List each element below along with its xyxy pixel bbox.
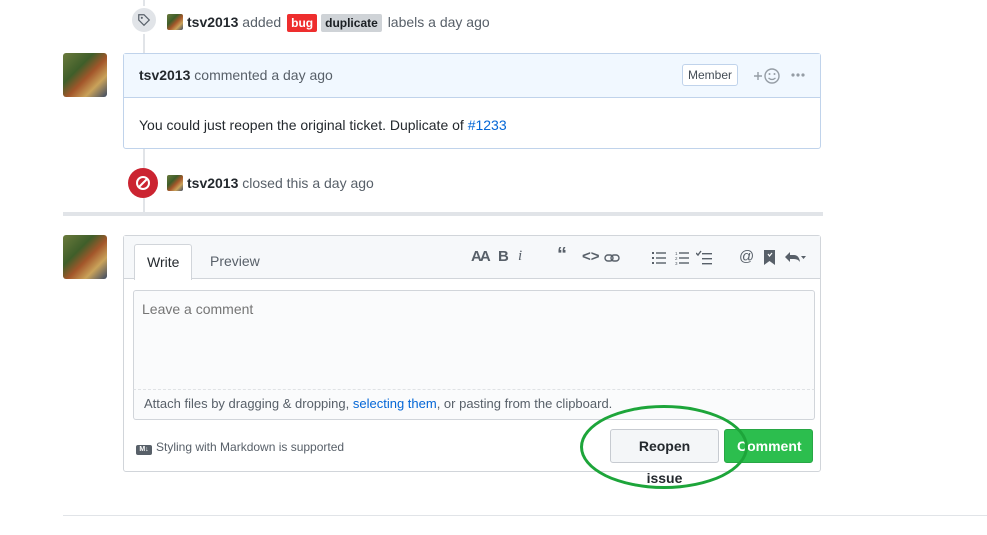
mention-icon[interactable]: @	[739, 248, 754, 265]
comment-card: tsv2013 commented a day ago Member You c…	[123, 53, 821, 149]
attach-prefix: Attach files by dragging & dropping,	[144, 396, 350, 411]
svg-text:3: 3	[675, 261, 678, 265]
smiley-plus-icon[interactable]	[752, 67, 782, 85]
attach-files-bar[interactable]: Attach files by dragging & dropping, sel…	[133, 390, 815, 420]
issue-reference-link[interactable]: #1233	[468, 117, 507, 133]
author-avatar-small[interactable]	[167, 14, 183, 30]
event-suffix: labels a day ago	[387, 14, 490, 30]
kebab-horizontal-icon[interactable]	[791, 72, 805, 78]
comment-body-text: You could just reopen the original ticke…	[139, 117, 464, 133]
event-action: added	[242, 14, 282, 30]
tab-preview[interactable]: Preview	[198, 244, 272, 280]
commenter-avatar[interactable]	[63, 53, 107, 97]
bold-icon[interactable]: B	[498, 248, 509, 265]
markdown-note-text: Styling with Markdown is supported	[156, 440, 345, 454]
list-unordered-icon[interactable]	[652, 251, 666, 265]
tab-write[interactable]: Write	[134, 244, 193, 280]
text-size-icon[interactable]: AA	[471, 248, 491, 265]
comment-header: tsv2013 commented a day ago Member	[124, 54, 820, 98]
member-badge: Member	[682, 64, 739, 86]
markdown-note[interactable]: M↓ Styling with Markdown is supported	[136, 440, 344, 455]
markdown-icon: M↓	[136, 445, 152, 455]
italic-icon[interactable]: i	[518, 248, 522, 265]
comment-body: You could just reopen the original ticke…	[139, 117, 507, 133]
closed-event-badge	[128, 168, 158, 198]
circle-slash-icon	[136, 176, 150, 190]
quote-icon[interactable]: “	[557, 244, 567, 267]
tasklist-icon[interactable]	[696, 250, 712, 265]
comment-textarea[interactable]	[133, 290, 815, 390]
tag-event-badge	[130, 6, 158, 34]
closed-event: tsv2013 closed this a day ago	[167, 175, 374, 191]
author-avatar-small[interactable]	[167, 175, 183, 191]
editor-tabbar: Write Preview AA B i “ <> 1 2 3 @	[124, 236, 820, 280]
code-icon[interactable]: <>	[582, 248, 600, 265]
list-ordered-icon[interactable]: 1 2 3	[675, 251, 689, 265]
link-icon[interactable]	[604, 253, 620, 263]
current-user-avatar[interactable]	[63, 235, 107, 279]
bookmark-icon[interactable]	[764, 250, 775, 265]
label-duplicate[interactable]: duplicate	[321, 14, 382, 32]
comment-meta[interactable]: commented a day ago	[194, 67, 333, 83]
select-files-link[interactable]: selecting them	[353, 396, 437, 411]
new-comment-form: Write Preview AA B i “ <> 1 2 3 @ Leave …	[123, 235, 821, 486]
closed-text: closed this a day ago	[242, 175, 374, 191]
label-event: tsv2013 added bug duplicate labels a day …	[167, 14, 490, 32]
bottom-divider	[63, 515, 987, 516]
label-bug[interactable]: bug	[287, 14, 318, 32]
event-author-link[interactable]: tsv2013	[187, 14, 238, 30]
closed-author-link[interactable]: tsv2013	[187, 175, 238, 191]
reopen-issue-button[interactable]: Reopen issue	[610, 429, 719, 486]
attach-suffix: , or pasting from the clipboard.	[436, 396, 613, 411]
tag-icon	[138, 14, 151, 27]
timeline-divider	[63, 212, 823, 216]
reply-icon[interactable]	[784, 250, 806, 264]
comment-author-link[interactable]: tsv2013	[139, 67, 190, 83]
comment-button[interactable]: Comment	[724, 429, 813, 463]
